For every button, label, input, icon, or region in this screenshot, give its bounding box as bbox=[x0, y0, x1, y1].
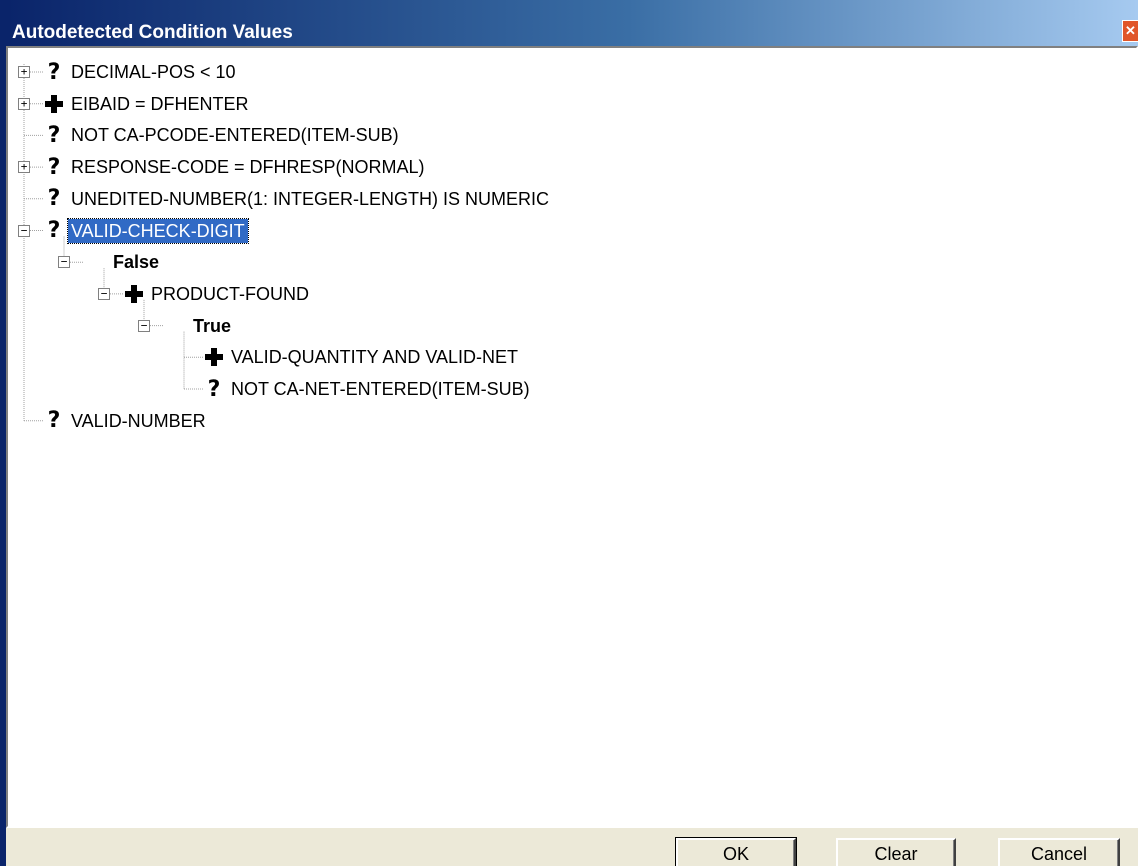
plus-icon bbox=[124, 282, 144, 306]
collapse-icon[interactable]: − bbox=[18, 224, 30, 237]
tree-node-label[interactable]: NOT CA-PCODE-ENTERED(ITEM-SUB) bbox=[68, 123, 402, 147]
title-bar[interactable]: Autodetected Condition Values ✕ bbox=[6, 0, 1138, 46]
window-title: Autodetected Condition Values bbox=[12, 22, 293, 43]
tree-node-label[interactable]: DECIMAL-POS < 10 bbox=[68, 60, 239, 84]
condition-tree[interactable]: +? DECIMAL-POS < 10 + EIBAID = DFHENTER? NOT… bbox=[6, 46, 1138, 828]
tree-node-label[interactable]: EIBAID = DFHENTER bbox=[68, 92, 252, 116]
expand-icon[interactable]: + bbox=[18, 66, 30, 78]
tree-node-label[interactable]: UNEDITED-NUMBER(1: INTEGER-LENGTH) IS NU… bbox=[68, 187, 552, 211]
tree-node-label[interactable]: VALID-NUMBER bbox=[68, 409, 209, 433]
expand-icon[interactable]: + bbox=[18, 97, 30, 110]
question-icon: ? bbox=[47, 218, 61, 243]
tree-node-label[interactable]: RESPONSE-CODE = DFHRESP(NORMAL) bbox=[68, 155, 428, 179]
tree-node-label[interactable]: False bbox=[110, 250, 162, 274]
plus-icon bbox=[44, 92, 64, 116]
collapse-icon[interactable]: − bbox=[98, 287, 110, 300]
collapse-icon[interactable]: − bbox=[58, 256, 70, 269]
question-icon: ? bbox=[207, 376, 221, 402]
button-bar: OK Clear Cancel bbox=[6, 828, 1138, 866]
clear-button[interactable]: Clear bbox=[836, 838, 956, 866]
ok-button[interactable]: OK bbox=[675, 837, 797, 866]
plus-icon bbox=[204, 345, 224, 369]
close-button[interactable]: ✕ bbox=[1122, 20, 1138, 42]
question-icon: ? bbox=[47, 122, 61, 148]
close-icon: ✕ bbox=[1125, 23, 1136, 38]
question-icon: ? bbox=[47, 186, 61, 212]
cancel-button[interactable]: Cancel bbox=[998, 838, 1120, 866]
dialog-window: Autodetected Condition Values ✕ +? DECIMA… bbox=[0, 0, 1138, 866]
tree-node-label[interactable]: NOT CA-NET-ENTERED(ITEM-SUB) bbox=[228, 377, 533, 401]
tree-node-label[interactable]: True bbox=[190, 314, 234, 338]
question-icon: ? bbox=[47, 59, 61, 85]
tree-node-label[interactable]: PRODUCT-FOUND bbox=[148, 282, 312, 306]
tree-node-label[interactable]: VALID-CHECK-DIGIT bbox=[67, 217, 249, 244]
question-icon: ? bbox=[47, 408, 61, 434]
question-icon: ? bbox=[47, 154, 61, 180]
tree-node-label[interactable]: VALID-QUANTITY AND VALID-NET bbox=[228, 345, 521, 369]
expand-icon[interactable]: + bbox=[18, 161, 30, 174]
collapse-icon[interactable]: − bbox=[138, 319, 150, 332]
